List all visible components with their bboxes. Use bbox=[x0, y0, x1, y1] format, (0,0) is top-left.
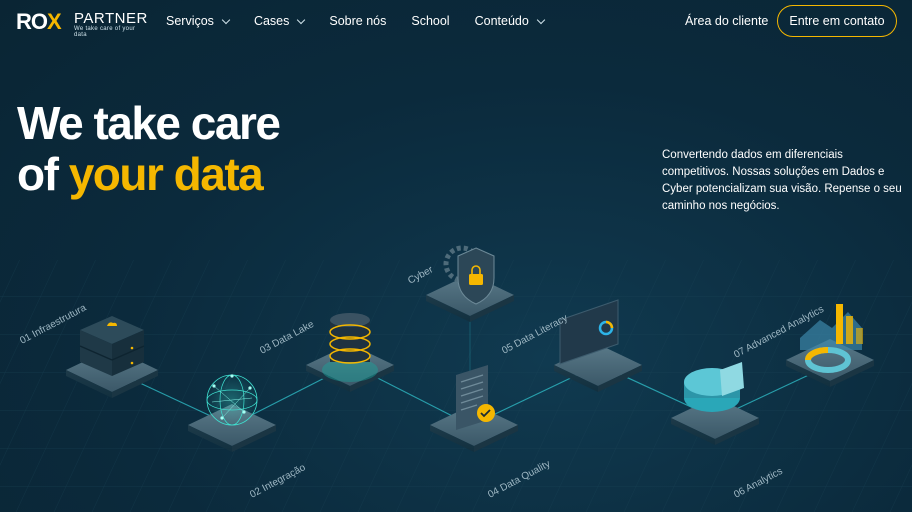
logo[interactable]: ROX PARTNER We take care of your data bbox=[16, 9, 147, 38]
logo-tagline: We take care of your data bbox=[74, 26, 136, 38]
logo-mark-x: X bbox=[47, 9, 62, 34]
chevron-down-icon bbox=[297, 15, 306, 24]
hero-title-accent: your data bbox=[68, 148, 264, 200]
hero-title-line2-pre: of bbox=[17, 148, 69, 200]
nav-item-conteudo[interactable]: Conteúdo bbox=[474, 14, 546, 28]
nav-item-label: Conteúdo bbox=[474, 14, 529, 28]
hero-description: Convertendo dados em diferenciais compet… bbox=[662, 149, 902, 212]
main-nav: Serviços Cases Sobre nós School Conteúdo bbox=[166, 14, 569, 28]
hero-title-line2: of your data bbox=[17, 149, 279, 200]
nav-item-label: Cases bbox=[253, 14, 290, 28]
hero-title: We take care of your data bbox=[17, 97, 281, 200]
hero-title-line1: We take care bbox=[17, 97, 281, 149]
nav-item-cases[interactable]: Cases bbox=[253, 14, 306, 28]
database-icon bbox=[322, 313, 378, 382]
data-journey-illustration: 01 Infraestrutura 02 Integração 03 Data … bbox=[0, 245, 912, 512]
chevron-down-icon bbox=[536, 15, 546, 24]
nav-item-servicos[interactable]: Serviços bbox=[166, 14, 231, 28]
nav-item-school[interactable]: School bbox=[411, 14, 449, 28]
site-header: ROX PARTNER We take care of your data Se… bbox=[0, 0, 912, 44]
chevron-down-icon bbox=[221, 15, 231, 24]
client-area-link[interactable]: Área do cliente bbox=[685, 14, 768, 28]
logo-wordmark: PARTNER bbox=[74, 10, 148, 27]
logo-mark: ROX bbox=[16, 9, 62, 35]
nav-item-sobre-nos[interactable]: Sobre nós bbox=[329, 14, 386, 28]
logo-mark-ro: RO bbox=[16, 9, 48, 34]
nav-item-label: Serviços bbox=[166, 14, 214, 28]
nav-item-label: School bbox=[411, 14, 450, 28]
nav-item-label: Sobre nós bbox=[329, 14, 387, 28]
globe-network-icon bbox=[205, 373, 259, 427]
contact-button[interactable]: Entre em contato bbox=[777, 5, 897, 37]
